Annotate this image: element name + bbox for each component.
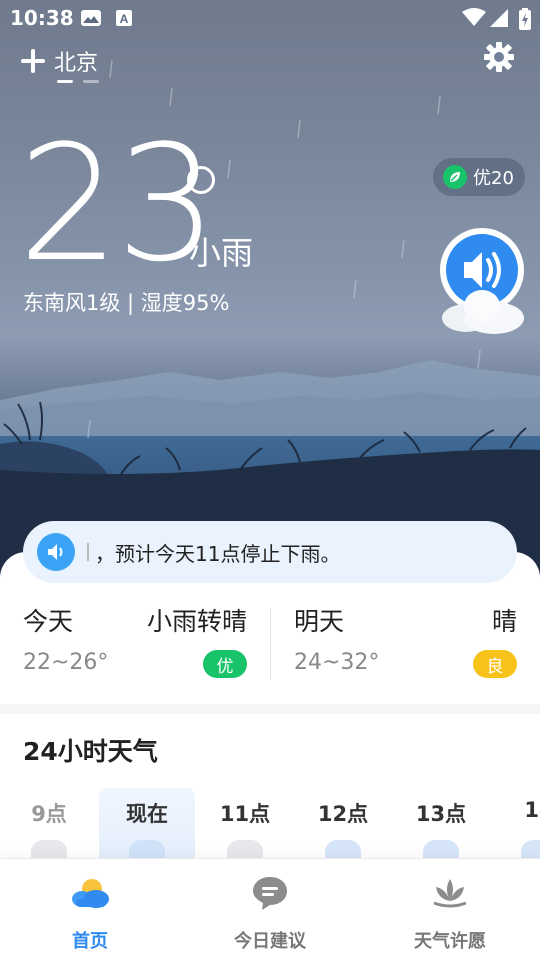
hourly-forecast-strip[interactable]: 9点 现在 11点 12点 13点 14 [0,788,540,860]
status-bar: 10:38 A [0,0,540,38]
hour-cell[interactable]: 13点 [393,788,489,860]
hour-label: 13点 [415,802,467,826]
hourly-title: 24小时天气 [23,737,158,766]
page-dot [83,80,99,83]
rain-notice[interactable]: ，预计今天11点停止下雨。 [23,521,517,583]
text-cursor [87,543,89,561]
hour-label: 现在 [126,802,168,826]
chat-bubble-icon [253,877,287,910]
city-selector[interactable]: 北京 [20,44,98,78]
notice-text: ，预计今天11点停止下雨。 [95,541,341,566]
keyboard-letter: A [120,12,129,26]
speaker-cloud-icon[interactable] [432,222,532,338]
hour-label: 9点 [31,802,67,826]
home-cloud-icon [72,879,109,908]
gear-icon[interactable] [482,40,516,74]
hour-cell[interactable]: 14 [491,788,540,860]
tomorrow-temp-range: 24~32° [294,650,380,675]
battery-charging-icon [519,8,531,30]
tomorrow-label: 明天 [294,607,345,636]
current-condition: 小雨 [189,234,254,272]
two-day-forecast[interactable]: 今天 小雨转晴 22~26° 优 明天 晴 24~32° 良 [0,598,540,706]
plus-icon[interactable] [20,48,46,74]
today-label: 今天 [23,607,74,636]
tomorrow-condition: 晴 [491,607,517,636]
today-condition: 小雨转晴 [146,607,247,636]
city-name: 北京 [54,51,99,76]
cloud-icon [31,840,67,860]
forecast-divider [270,608,271,680]
hour-cell-current[interactable]: 现在 [99,788,195,860]
nav-item-home[interactable]: 首页 [0,871,180,952]
nav-label: 首页 [72,931,108,952]
photo-icon [81,10,101,26]
cloud-icon [325,840,361,860]
keyboard-a-icon: A [116,10,132,26]
speaker-icon[interactable] [37,533,75,571]
wifi-icon [462,8,486,26]
cellular-signal-icon [490,9,508,27]
hour-label: 12点 [317,802,369,826]
cloud-icon [423,840,459,860]
page-dot-active [57,80,73,83]
lotus-icon [433,879,467,908]
cloud-icon [521,840,540,860]
hour-label: 14 [524,798,540,822]
wind-humidity: 东南风1级 | 湿度95% [23,291,230,315]
hour-label: 11点 [219,802,271,826]
nav-item-advice[interactable]: 今日建议 [180,871,360,952]
today-temp-range: 22~26° [23,650,109,675]
current-temperature: 23 [18,110,218,297]
nav-item-wish[interactable]: 天气许愿 [360,871,540,952]
nav-label: 今日建议 [234,931,306,952]
section-divider [0,704,540,714]
aqi-value: 优20 [473,168,514,189]
page-indicator [57,80,99,83]
status-time: 10:38 [10,6,74,30]
hour-cell[interactable]: 12点 [295,788,391,860]
cloud-icon [227,840,263,860]
tomorrow-aqi-badge: 良 [473,650,517,678]
hour-cell[interactable]: 11点 [197,788,293,860]
today-aqi-badge: 优 [203,650,247,678]
degree-symbol [187,166,215,194]
weather-hero: 10:38 A 北京 23 小雨 东南风1级 | 湿度95% 优20 [0,0,540,580]
aqi-pill[interactable]: 优20 [433,158,525,196]
bottom-navigation: 首页 今日建议 天气许愿 [0,858,540,960]
nav-label: 天气许愿 [414,931,486,952]
rain-cloud-icon [129,840,165,860]
leaf-icon [443,165,467,189]
hour-cell[interactable]: 9点 [1,788,97,860]
